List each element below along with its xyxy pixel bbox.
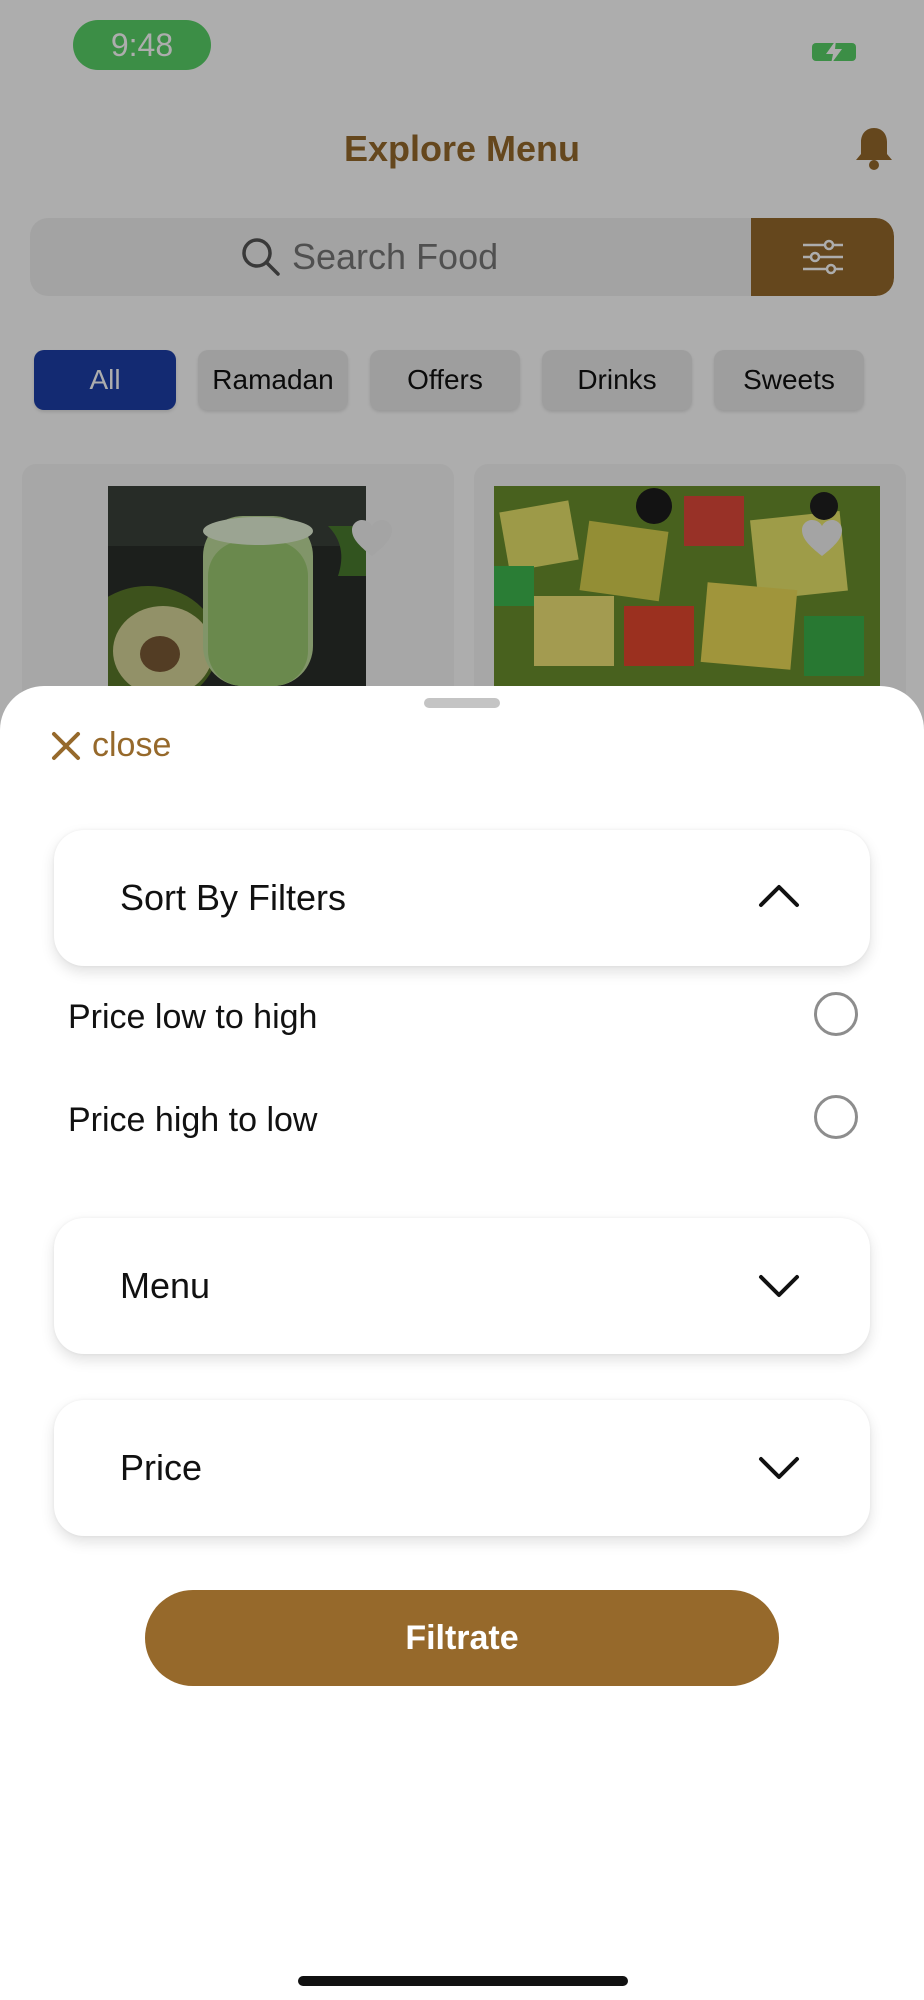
sort-option-high-to-low[interactable]: Price high to low xyxy=(68,1089,858,1149)
close-button[interactable]: close xyxy=(50,726,171,765)
menu-filter-title: Menu xyxy=(120,1265,211,1306)
menu-filter-header[interactable]: Menu xyxy=(54,1218,870,1354)
sheet-grabber[interactable] xyxy=(424,698,500,708)
chevron-down-icon xyxy=(759,1275,799,1297)
sort-by-filters-title: Sort By Filters xyxy=(120,877,347,918)
close-icon xyxy=(52,731,80,760)
sort-option-label: Price high to low xyxy=(68,1101,318,1139)
sort-by-filters-header[interactable]: Sort By Filters xyxy=(54,830,870,966)
sort-option-low-to-high[interactable]: Price low to high xyxy=(68,986,858,1046)
home-indicator[interactable] xyxy=(298,1976,628,1986)
radio-button[interactable] xyxy=(814,992,858,1036)
chevron-up-icon xyxy=(759,885,799,907)
price-filter-title: Price xyxy=(120,1447,203,1488)
close-label: close xyxy=(92,726,172,764)
filter-bottom-sheet: close Sort By Filters Price low to high … xyxy=(0,686,924,2000)
price-filter-header[interactable]: Price xyxy=(54,1400,870,1536)
chevron-down-icon xyxy=(759,1457,799,1479)
sort-option-label: Price low to high xyxy=(68,998,318,1036)
filtrate-button[interactable]: Filtrate xyxy=(145,1590,779,1686)
radio-button[interactable] xyxy=(814,1095,858,1139)
